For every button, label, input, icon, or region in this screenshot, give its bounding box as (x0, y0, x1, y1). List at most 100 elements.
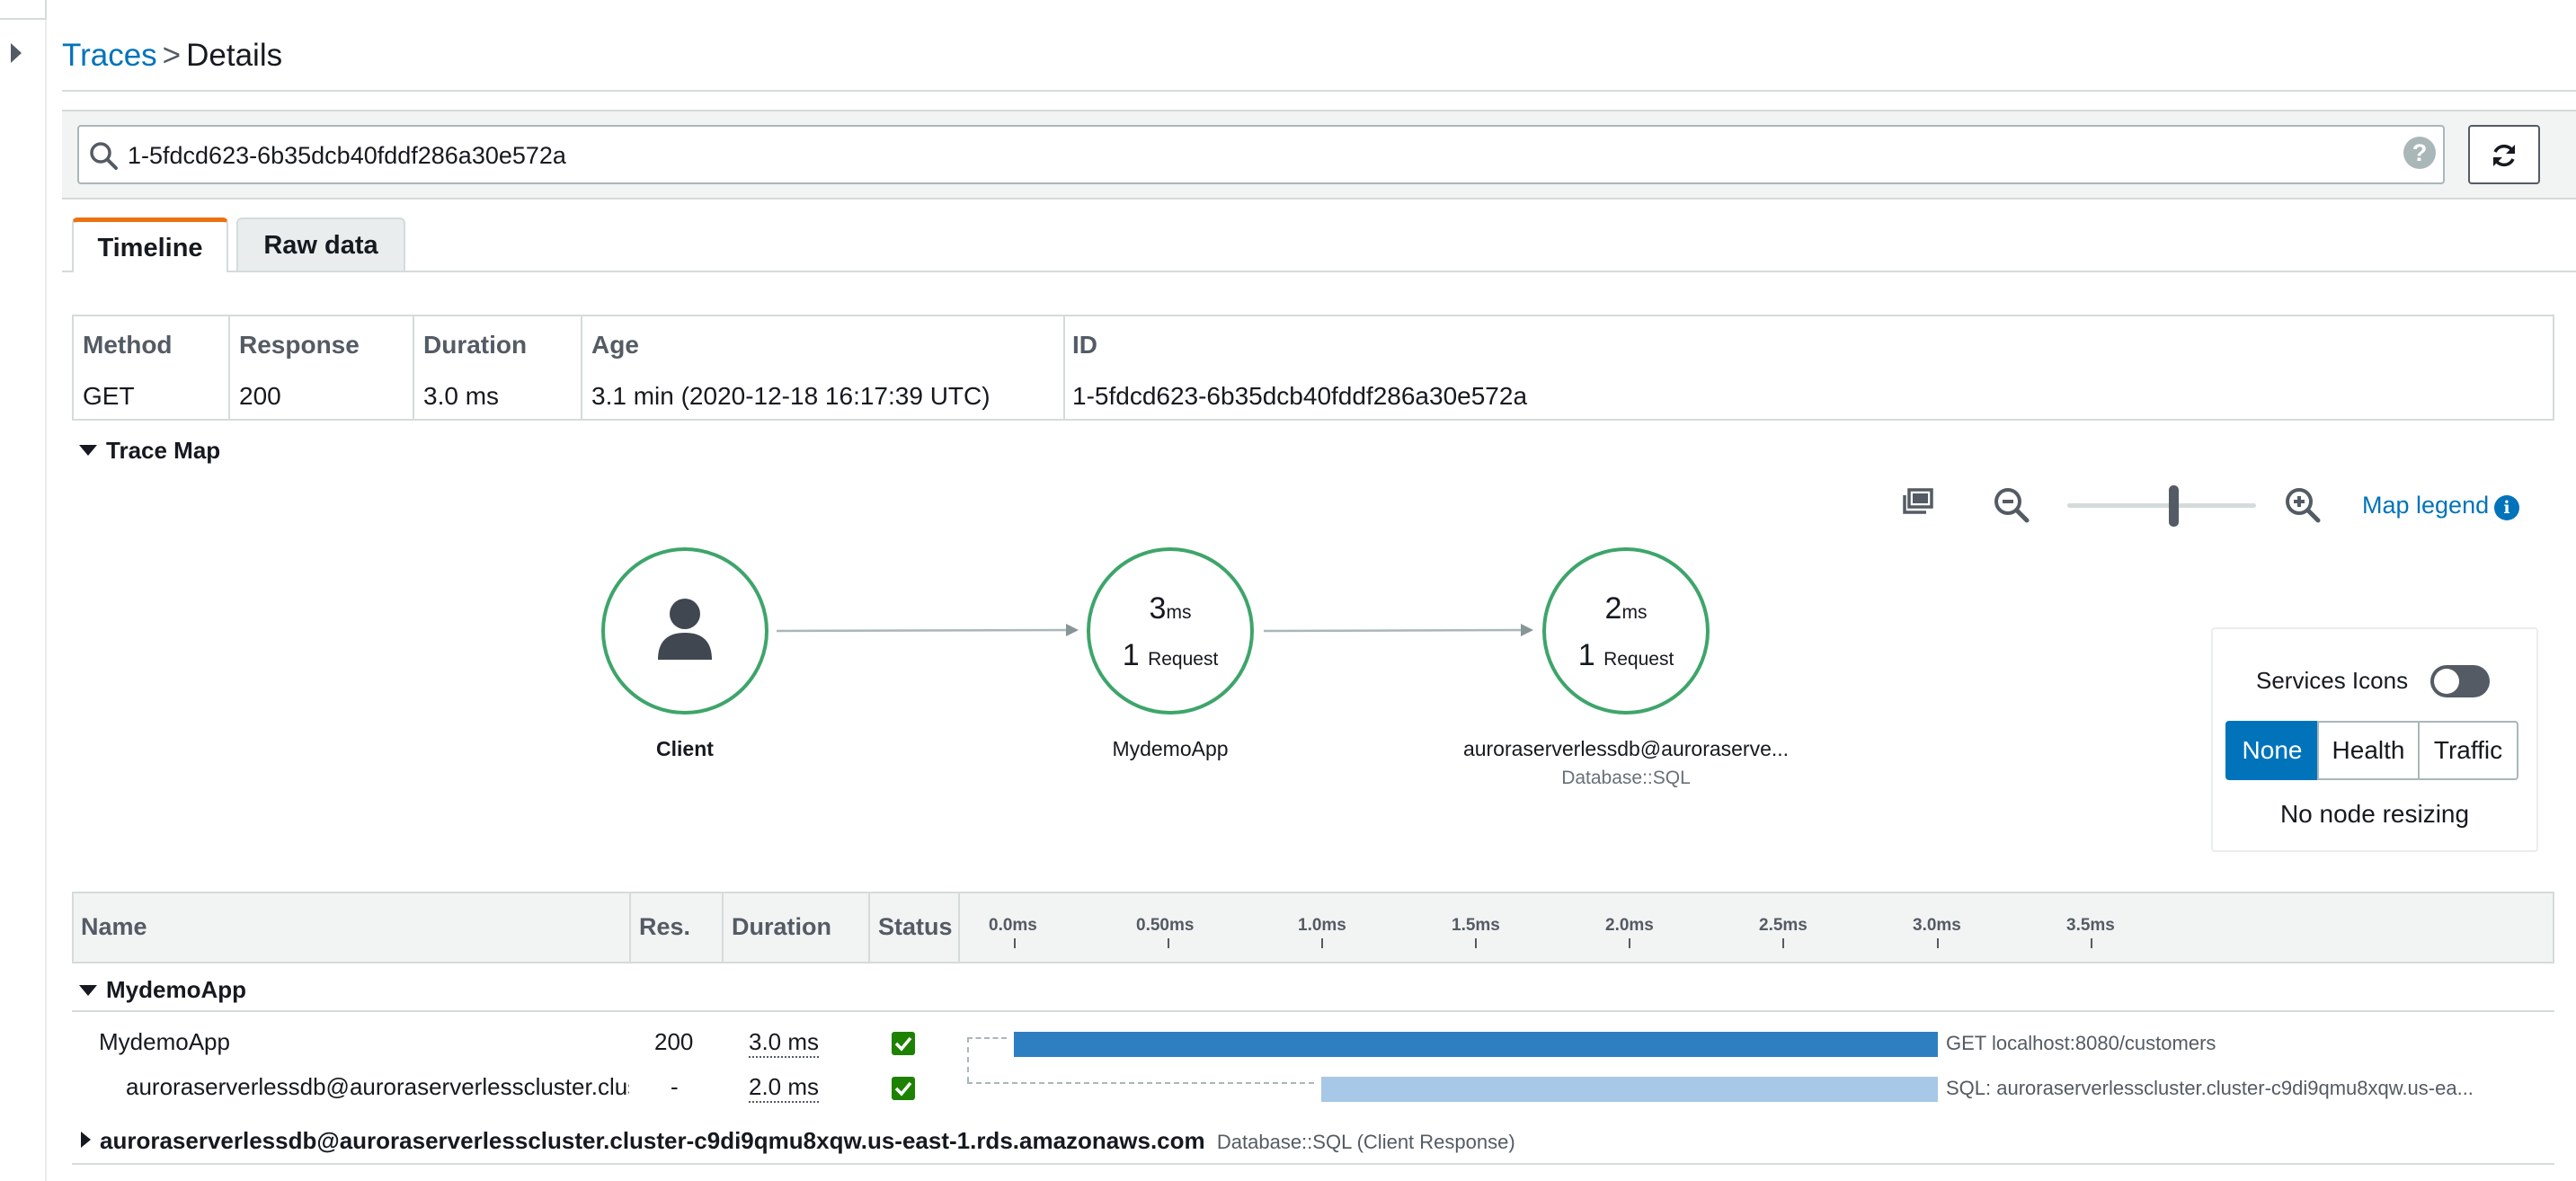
timeline-tick-label: 3.0ms (1913, 916, 1961, 935)
map-legend-link[interactable]: Map legend (2362, 492, 2489, 519)
node-size-traffic-button[interactable]: Traffic (2418, 721, 2518, 780)
group-collapse-icon[interactable] (79, 985, 97, 996)
header-divider (62, 90, 2576, 92)
zoom-slider-track[interactable] (2067, 503, 2256, 508)
mydemoapp-latency: 3ms (1087, 591, 1254, 626)
node-size-health-button[interactable]: Health (2317, 721, 2420, 780)
timeline-tick-label: 0.0ms (989, 916, 1037, 935)
column-header-status[interactable]: Status (878, 913, 953, 941)
node-size-none-button[interactable]: None (2225, 721, 2319, 780)
segment-response: 200 (654, 1028, 694, 1055)
column-divider (722, 892, 724, 963)
segment-name[interactable]: MydemoApp (99, 1028, 230, 1056)
database-requests: 1 Request (1542, 638, 1710, 673)
group-expand-icon[interactable] (81, 1132, 91, 1148)
zoom-out-icon[interactable] (1992, 485, 2031, 525)
trace-map-title[interactable]: Trace Map (106, 437, 220, 465)
column-header-res[interactable]: Res. (639, 913, 690, 941)
summary-id-value: 1-5fdcd623-6b35dcb40fddf286a30e572a (1072, 382, 1528, 410)
toggle-knob[interactable] (2434, 669, 2459, 694)
timeline-bar-mydemoapp[interactable] (1014, 1032, 1938, 1057)
expand-sidebar-icon[interactable] (11, 43, 22, 63)
user-icon (658, 599, 712, 660)
timeline-tick (2091, 938, 2092, 948)
rail-top-edge (0, 0, 47, 20)
summary-col-divider (228, 315, 230, 421)
mydemoapp-requests: 1 Request (1087, 638, 1254, 673)
tab-timeline[interactable]: Timeline (72, 218, 228, 272)
database-latency-unit: ms (1621, 602, 1648, 623)
info-icon[interactable]: i (2494, 495, 2519, 520)
database-requests-value: 1 (1577, 638, 1595, 672)
summary-header-method: Method (83, 331, 173, 359)
database-node[interactable] (1542, 547, 1710, 715)
summary-header-age: Age (591, 331, 639, 359)
breadcrumb-separator: > (162, 38, 182, 73)
timeline-connector (967, 1082, 1314, 1084)
edge-arrowhead (1521, 624, 1533, 636)
trace-map-collapse-icon[interactable] (79, 445, 97, 456)
database-requests-unit: Request (1603, 649, 1674, 670)
services-icons-label: Services Icons (2256, 667, 2409, 694)
tab-raw-data[interactable]: Raw data (236, 218, 405, 272)
column-divider (958, 892, 960, 963)
database-node-type: Database::SQL (1561, 768, 1691, 788)
mydemoapp-latency-unit: ms (1166, 602, 1192, 623)
summary-header-duration: Duration (423, 331, 528, 359)
segment-group-title[interactable]: MydemoApp (106, 976, 246, 1004)
search-icon (90, 142, 118, 170)
segment-group-name: auroraserverlessdb@auroraserverlessclust… (100, 1127, 1205, 1154)
timeline-tick (1475, 938, 1477, 948)
summary-header-response: Response (239, 331, 360, 359)
database-node-label[interactable]: auroraserverlessdb@auroraserve... (1446, 737, 1806, 761)
column-divider (629, 892, 631, 963)
edge-arrowhead (1066, 624, 1079, 636)
status-ok-icon (892, 1032, 915, 1055)
group-divider (72, 1010, 2554, 1012)
summary-age-value: 3.1 min (2020-12-18 16:17:39 UTC) (591, 382, 990, 410)
timeline-tick (1168, 938, 1169, 948)
timeline-tick-label: 2.0ms (1605, 916, 1654, 935)
help-icon[interactable]: ? (2403, 137, 2436, 169)
column-header-name[interactable]: Name (81, 913, 147, 941)
timeline-bar-database[interactable] (1321, 1077, 1938, 1102)
segment-group-title[interactable]: auroraserverlessdb@auroraserverlessclust… (100, 1127, 1515, 1155)
tabs-divider (62, 271, 2576, 272)
mydemoapp-requests-unit: Request (1148, 649, 1219, 670)
summary-method-value: GET (83, 382, 135, 410)
breadcrumb-traces-link[interactable]: Traces (62, 38, 157, 73)
segment-duration[interactable]: 2.0 ms (749, 1073, 820, 1103)
fit-to-screen-icon[interactable] (1899, 484, 1939, 523)
timeline-tick-label: 2.5ms (1759, 916, 1808, 935)
column-divider (868, 892, 870, 963)
client-node-label[interactable]: Client (595, 737, 775, 761)
timeline-tick (1014, 938, 1016, 948)
status-ok-icon (892, 1077, 915, 1100)
zoom-slider-handle[interactable] (2169, 485, 2179, 527)
mydemoapp-latency-value: 3 (1149, 591, 1167, 626)
refresh-icon (2493, 144, 2515, 167)
mydemoapp-node-label[interactable]: MydemoApp (1080, 737, 1260, 761)
timeline-bar-label: SQL: auroraserverlesscluster.cluster-c9d… (1946, 1077, 2474, 1099)
timeline-bar-label: GET localhost:8080/customers (1946, 1032, 2216, 1054)
timeline-tick (1782, 938, 1784, 948)
breadcrumb: Traces > Details (62, 34, 282, 77)
timeline-tick-label: 3.5ms (2066, 916, 2115, 935)
refresh-button[interactable] (2468, 125, 2540, 184)
timeline-tick-label: 1.0ms (1298, 916, 1346, 935)
timeline-tick (1937, 938, 1939, 948)
segment-duration[interactable]: 3.0 ms (749, 1028, 820, 1058)
segment-name[interactable]: auroraserverlessdb@auroraserverlessclust… (126, 1073, 629, 1101)
timeline-tick (1321, 938, 1323, 948)
timeline-tick (1629, 938, 1630, 948)
mydemoapp-node[interactable] (1087, 547, 1254, 715)
zoom-in-icon[interactable] (2283, 485, 2323, 525)
edge-mydemoapp-database (1263, 628, 1527, 633)
search-input-value[interactable]: 1-5fdcd623-6b35dcb40fddf286a30e572a (128, 139, 566, 172)
mydemoapp-requests-value: 1 (1122, 638, 1140, 672)
segment-group-subtitle: Database::SQL (Client Response) (1216, 1131, 1515, 1153)
database-latency: 2ms (1542, 591, 1710, 626)
summary-header-id: ID (1072, 331, 1097, 359)
column-header-duration[interactable]: Duration (732, 913, 831, 941)
summary-col-divider (413, 315, 414, 421)
